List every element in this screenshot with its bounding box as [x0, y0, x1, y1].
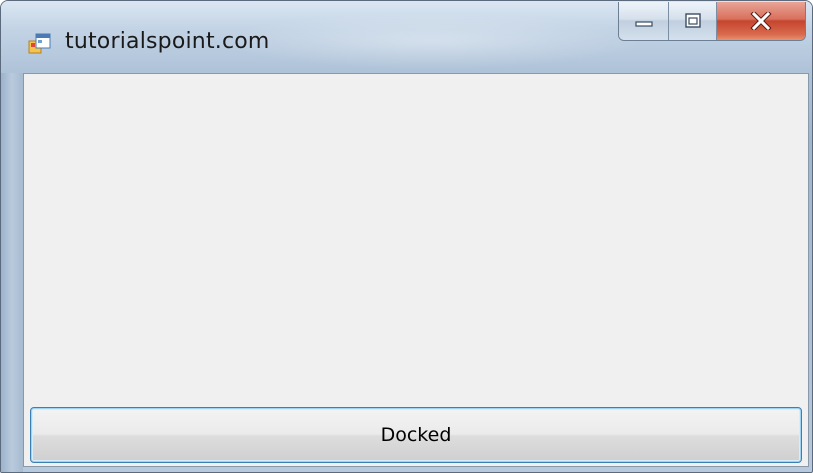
form-client-area: Docked — [23, 73, 809, 467]
close-button[interactable] — [717, 2, 805, 40]
minimize-icon — [634, 21, 653, 27]
caption-buttons — [618, 2, 806, 41]
window-title: tutorialspoint.com — [65, 29, 270, 54]
close-icon — [750, 12, 772, 30]
window-frame-left — [1, 73, 23, 472]
windows-form-icon — [28, 33, 51, 54]
maximize-button[interactable] — [669, 2, 717, 40]
minimize-button[interactable] — [619, 2, 669, 40]
docked-button[interactable]: Docked — [30, 407, 802, 463]
maximize-icon — [684, 13, 701, 28]
app-window: tutorialspoint.com Docked — [0, 0, 813, 473]
title-bar[interactable]: tutorialspoint.com — [1, 1, 812, 73]
